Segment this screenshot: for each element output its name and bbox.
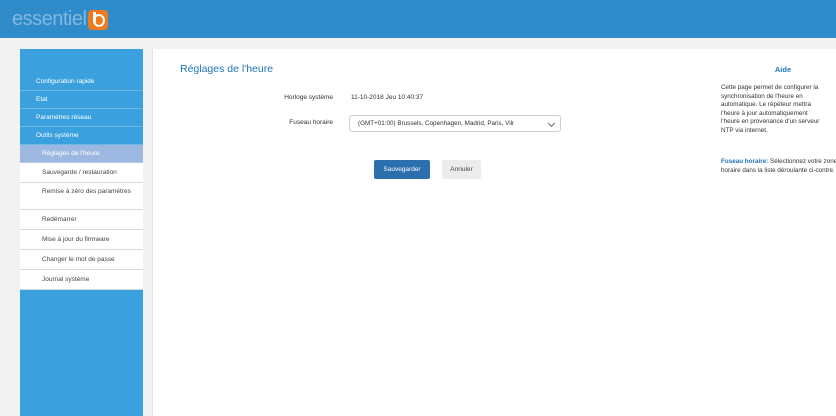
sidebar-subitem-mot-de-passe[interactable]: Changer le mot de passe <box>20 250 143 270</box>
sidebar-item-configuration-rapide[interactable]: Configuration rapide <box>20 73 143 91</box>
help-term: Fuseau horaire: <box>721 158 769 165</box>
cancel-button[interactable]: Annuler <box>442 160 481 179</box>
sidebar-subitem-remise-zero[interactable]: Remise à zéro des paramètres <box>20 183 143 210</box>
top-bar: essentiel <box>0 0 836 38</box>
help-paragraph-2: Fuseau horaire: Sélectionnez votre zone … <box>721 158 836 175</box>
save-button[interactable]: Sauvegarder <box>374 160 430 179</box>
sidebar: Configuration rapide Etat Paramètres rés… <box>20 49 143 416</box>
sidebar-subitem-sauvegarde[interactable]: Sauvegarde / restauration <box>20 163 143 183</box>
clock-label: Horloge système <box>284 94 333 101</box>
sidebar-item-etat[interactable]: Etat <box>20 91 143 109</box>
help-panel: Aide Cette page permet de configurer la … <box>713 49 836 416</box>
timezone-select-value: (GMT+01:00) Brussels, Copenhagen, Madrid… <box>358 120 515 127</box>
help-title: Aide <box>774 65 792 74</box>
help-paragraph-1: Cette page permet de configurer la synch… <box>721 84 820 134</box>
sidebar-item-outils-systeme[interactable]: Outils système <box>20 127 143 145</box>
sidebar-subitem-redemarrer[interactable]: Redémarrer <box>20 210 143 230</box>
brand-logo[interactable]: essentiel <box>12 8 109 31</box>
page-title: Réglages de l'heure <box>180 63 274 75</box>
timezone-label: Fuseau horaire <box>289 119 333 126</box>
sidebar-subitem-journal[interactable]: Journal système <box>20 270 143 290</box>
sidebar-item-parametres-reseau[interactable]: Paramètres réseau <box>20 109 143 127</box>
chevron-down-icon <box>547 119 556 128</box>
timezone-select[interactable]: (GMT+01:00) Brussels, Copenhagen, Madrid… <box>349 115 561 132</box>
logo-text: essentiel <box>12 8 87 30</box>
sidebar-subitem-firmware[interactable]: Mise à jour du firmware <box>20 230 143 250</box>
main-panel: Réglages de l'heure Horloge système 11-1… <box>152 49 714 416</box>
clock-value: 11-10-2018 Jeu 10:40:37 <box>351 94 424 101</box>
sidebar-subitem-reglages-heure[interactable]: Réglages de l'heure <box>20 145 143 163</box>
logo-badge-icon <box>88 9 109 30</box>
